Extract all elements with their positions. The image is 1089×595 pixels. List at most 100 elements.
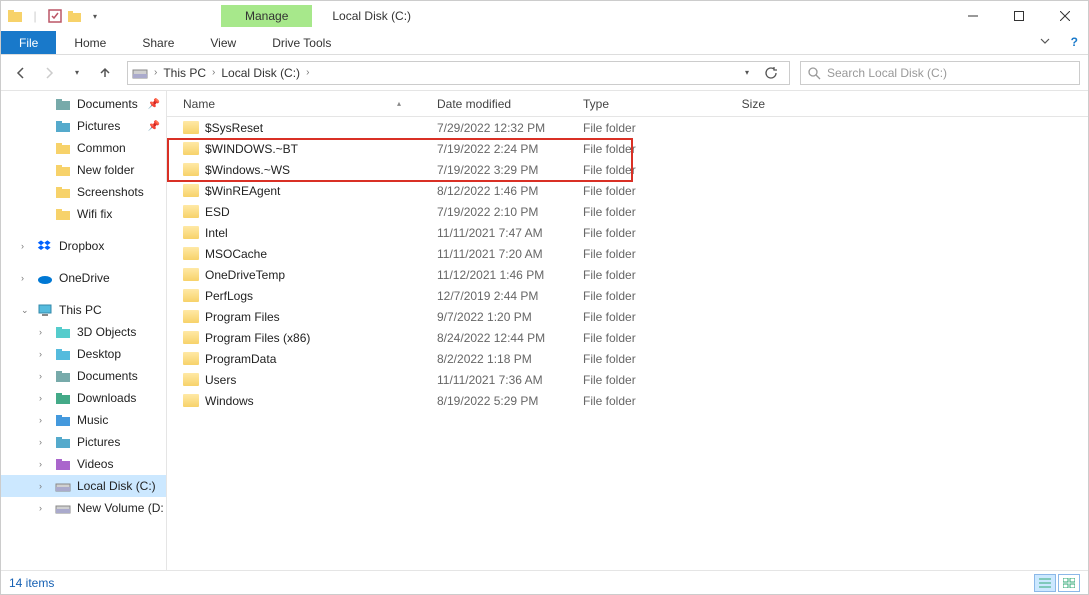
expand-arrow-icon[interactable]: ›: [39, 415, 49, 425]
file-name: Windows: [205, 394, 254, 408]
tree-item-onedrive[interactable]: ›OneDrive: [1, 267, 166, 289]
tree-item-videos[interactable]: › Videos: [1, 453, 166, 475]
navigation-pane[interactable]: Documents📌Pictures📌CommonNew folderScree…: [1, 91, 167, 570]
tree-item-dropbox[interactable]: ›Dropbox: [1, 235, 166, 257]
chevron-right-icon[interactable]: ›: [212, 67, 215, 78]
search-box[interactable]: [800, 61, 1080, 85]
file-date: 8/24/2022 12:44 PM: [429, 331, 575, 345]
folder-icon: [183, 268, 199, 281]
tree-item-downloads[interactable]: ›Downloads: [1, 387, 166, 409]
view-details-button[interactable]: [1034, 574, 1056, 592]
ribbon-tab-file[interactable]: File: [1, 31, 56, 54]
back-button[interactable]: [9, 61, 33, 85]
expand-arrow-icon[interactable]: ›: [39, 503, 49, 513]
column-header-name[interactable]: Name▴: [175, 97, 429, 111]
expand-arrow-icon[interactable]: ›: [21, 241, 31, 251]
properties-icon[interactable]: [47, 8, 63, 24]
file-date: 7/29/2022 12:32 PM: [429, 121, 575, 135]
tree-item-local-disk-c-[interactable]: ›Local Disk (C:): [1, 475, 166, 497]
file-row[interactable]: $WINDOWS.~BT7/19/2022 2:24 PMFile folder: [167, 138, 1088, 159]
file-name: Intel: [205, 226, 228, 240]
column-header-size[interactable]: Size: [693, 97, 773, 111]
file-row[interactable]: MSOCache11/11/2021 7:20 AMFile folder: [167, 243, 1088, 264]
file-date: 11/12/2021 1:46 PM: [429, 268, 575, 282]
tree-item-music[interactable]: ›Music: [1, 409, 166, 431]
file-date: 8/19/2022 5:29 PM: [429, 394, 575, 408]
expand-arrow-icon[interactable]: ›: [21, 273, 31, 283]
breadcrumb-thispc[interactable]: This PC: [163, 66, 206, 80]
sort-ascending-icon: ▴: [397, 99, 401, 108]
qat-dropdown-icon[interactable]: ▾: [87, 8, 103, 24]
close-button[interactable]: [1042, 1, 1088, 31]
tree-item-common[interactable]: Common: [1, 137, 166, 159]
expand-arrow-icon[interactable]: ›: [39, 327, 49, 337]
tree-item-label: Wifi fix: [77, 207, 112, 221]
expand-arrow-icon[interactable]: ›: [39, 349, 49, 359]
maximize-button[interactable]: [996, 1, 1042, 31]
help-icon[interactable]: ?: [1061, 31, 1088, 54]
ribbon-tab-drive-tools[interactable]: Drive Tools: [254, 31, 349, 54]
expand-arrow-icon[interactable]: ⌄: [21, 305, 31, 316]
expand-arrow-icon[interactable]: ›: [39, 393, 49, 403]
file-row[interactable]: $SysReset7/29/2022 12:32 PMFile folder: [167, 117, 1088, 138]
recent-dropdown-icon[interactable]: ▾: [65, 61, 89, 85]
quick-access-toolbar: | ▾: [1, 8, 109, 24]
tree-item-wifi-fix[interactable]: Wifi fix: [1, 203, 166, 225]
file-row[interactable]: Program Files (x86)8/24/2022 12:44 PMFil…: [167, 327, 1088, 348]
tree-item-3d-objects[interactable]: ›3D Objects: [1, 321, 166, 343]
file-row[interactable]: ESD7/19/2022 2:10 PMFile folder: [167, 201, 1088, 222]
breadcrumb-current[interactable]: Local Disk (C:): [221, 66, 300, 80]
tree-item-new-volume-d-[interactable]: ›New Volume (D:: [1, 497, 166, 519]
address-dropdown-icon[interactable]: ▾: [736, 62, 758, 84]
tree-item-new-folder[interactable]: New folder: [1, 159, 166, 181]
tree-item-label: Videos: [77, 457, 113, 471]
file-row[interactable]: Windows8/19/2022 5:29 PMFile folder: [167, 390, 1088, 411]
downloads-icon: [55, 390, 71, 406]
minimize-button[interactable]: [950, 1, 996, 31]
column-header-date[interactable]: Date modified: [429, 97, 575, 111]
file-row[interactable]: Intel11/11/2021 7:47 AMFile folder: [167, 222, 1088, 243]
file-row[interactable]: ProgramData8/2/2022 1:18 PMFile folder: [167, 348, 1088, 369]
tree-item-desktop[interactable]: ›Desktop: [1, 343, 166, 365]
tree-item-screenshots[interactable]: Screenshots: [1, 181, 166, 203]
ribbon-expand-icon[interactable]: [1029, 31, 1061, 54]
file-row[interactable]: Program Files9/7/2022 1:20 PMFile folder: [167, 306, 1088, 327]
ribbon-tab-view[interactable]: View: [192, 31, 254, 54]
search-input[interactable]: [827, 66, 1073, 80]
expand-arrow-icon[interactable]: ›: [39, 437, 49, 447]
ribbon-tab-home[interactable]: Home: [56, 31, 124, 54]
column-header-type[interactable]: Type: [575, 97, 693, 111]
file-list[interactable]: $SysReset7/29/2022 12:32 PMFile folder$W…: [167, 117, 1088, 570]
file-row[interactable]: $WinREAgent8/12/2022 1:46 PMFile folder: [167, 180, 1088, 201]
file-row[interactable]: OneDriveTemp11/12/2021 1:46 PMFile folde…: [167, 264, 1088, 285]
expand-arrow-icon[interactable]: ›: [39, 481, 49, 491]
tree-item-documents[interactable]: ›Documents: [1, 365, 166, 387]
file-row[interactable]: PerfLogs12/7/2019 2:44 PMFile folder: [167, 285, 1088, 306]
3d-icon: [55, 324, 71, 340]
new-folder-icon[interactable]: [67, 8, 83, 24]
status-item-count: 14 items: [9, 576, 54, 590]
tree-item-pictures[interactable]: Pictures📌: [1, 115, 166, 137]
disk-icon: [55, 500, 71, 516]
contextual-tab-manage[interactable]: Manage: [221, 5, 312, 27]
ribbon-tab-share[interactable]: Share: [124, 31, 192, 54]
tree-item-label: Pictures: [77, 119, 120, 133]
chevron-right-icon[interactable]: ›: [154, 67, 157, 78]
file-name: OneDriveTemp: [205, 268, 285, 282]
tree-item-documents[interactable]: Documents📌: [1, 93, 166, 115]
file-row[interactable]: Users11/11/2021 7:36 AMFile folder: [167, 369, 1088, 390]
address-bar[interactable]: › This PC › Local Disk (C:) › ▾: [127, 61, 790, 85]
file-date: 11/11/2021 7:36 AM: [429, 373, 575, 387]
chevron-right-icon[interactable]: ›: [306, 67, 309, 78]
file-row[interactable]: $Windows.~WS7/19/2022 3:29 PMFile folder: [167, 159, 1088, 180]
expand-arrow-icon[interactable]: ›: [39, 459, 49, 469]
expand-arrow-icon[interactable]: ›: [39, 371, 49, 381]
music-icon: [55, 412, 71, 428]
titlebar: | ▾ Manage Local Disk (C:): [1, 1, 1088, 31]
up-button[interactable]: [93, 61, 117, 85]
forward-button[interactable]: [37, 61, 61, 85]
view-large-icons-button[interactable]: [1058, 574, 1080, 592]
tree-item-pictures[interactable]: ›Pictures: [1, 431, 166, 453]
tree-item-this-pc[interactable]: ⌄This PC: [1, 299, 166, 321]
refresh-button[interactable]: [760, 62, 782, 84]
